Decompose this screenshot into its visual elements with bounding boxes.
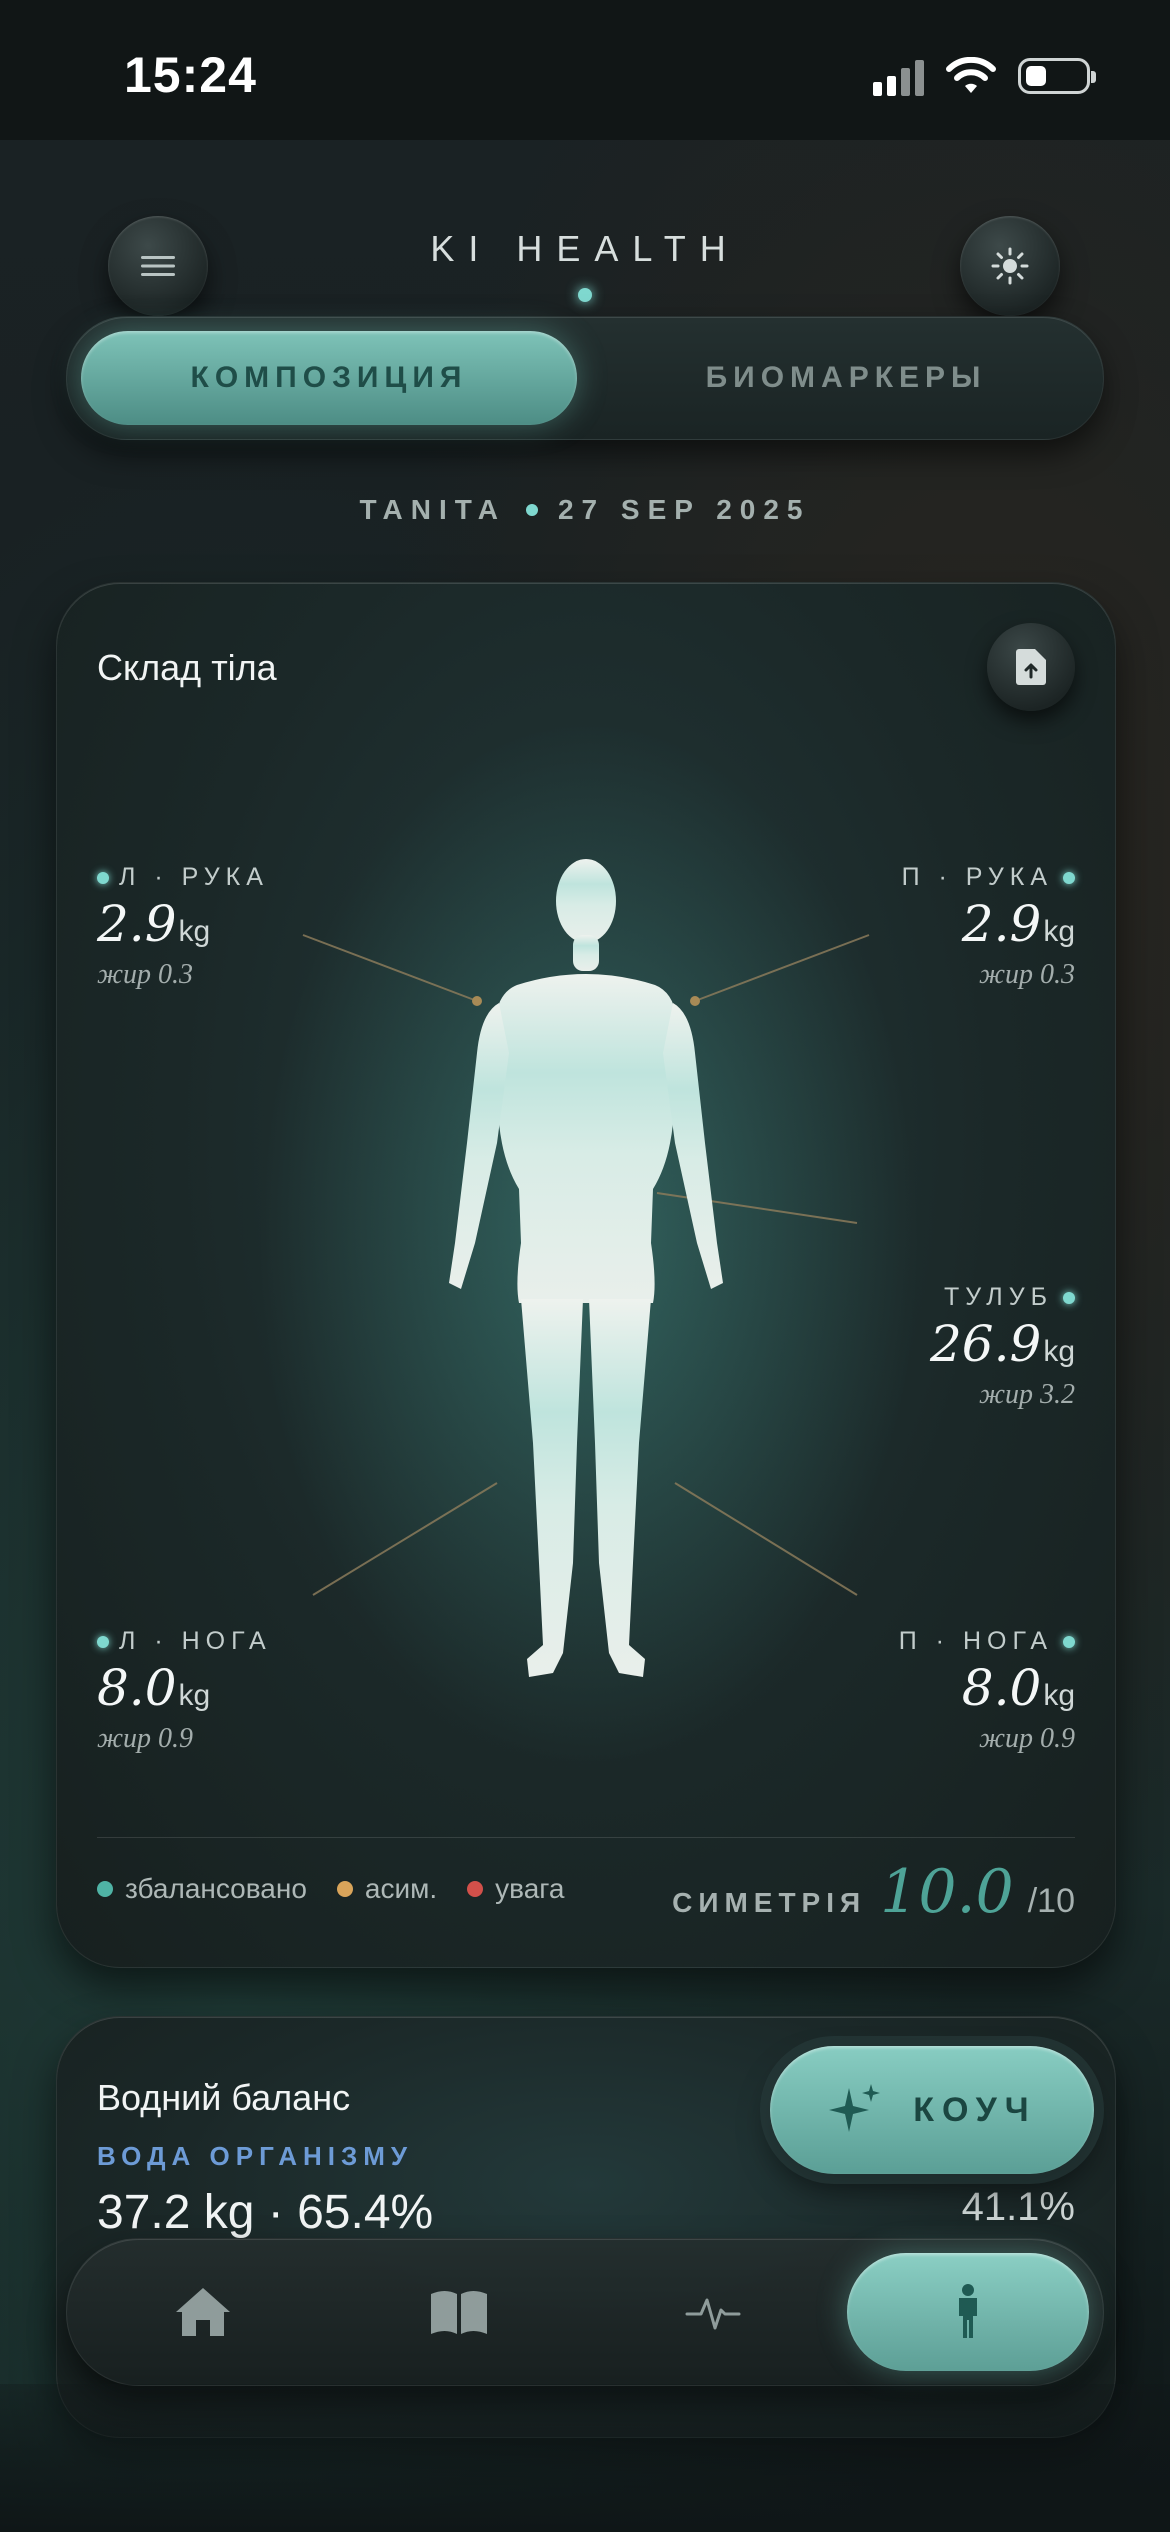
right-arm-anchor: [690, 996, 700, 1006]
left-arm-label: Л · РУКА: [97, 863, 269, 892]
sparkle-icon: [829, 2084, 881, 2132]
tab-health[interactable]: [653, 2253, 773, 2371]
bottom-fade: [0, 2384, 1170, 2532]
right-arm-value: 2.9kg: [961, 895, 1075, 953]
left-arm-anchor: [472, 996, 482, 1006]
wifi-icon: [946, 57, 996, 93]
body-composition-card: Склад тіла Л · РУКА 2.9kg жир 0.3 П · РУ…: [56, 582, 1116, 1968]
trunk-value: 26.9kg: [929, 1315, 1075, 1373]
status-time: 15:24: [124, 47, 257, 103]
right-arm-label: П · РУКА: [902, 863, 1075, 892]
left-leg-fat: жир 0.9: [97, 1723, 194, 1754]
body-figure-diagram: [259, 723, 919, 1763]
sun-icon: [991, 247, 1029, 285]
status-dot: [1063, 1635, 1075, 1648]
left-leg-value: 8.0kg: [97, 1659, 211, 1717]
legend-attention: увага: [467, 1873, 564, 1905]
right-leg-fat: жир 0.9: [978, 1723, 1075, 1754]
symmetry-value: 10.0: [880, 1857, 1014, 1927]
measurement-date: 27 SEP 2025: [557, 494, 811, 525]
legend-balanced: збалансовано: [97, 1873, 307, 1905]
status-dot: [1063, 871, 1075, 884]
right-leg-label: П · НОГА: [899, 1627, 1075, 1656]
status-bar: 15:24: [0, 0, 1170, 140]
tab-body[interactable]: [847, 2253, 1089, 2371]
card-title: Водний баланс: [97, 2077, 351, 2118]
left-leg-label: Л · НОГА: [97, 1627, 272, 1656]
legend-dot: [336, 1881, 353, 1897]
tab-home[interactable]: [143, 2253, 263, 2371]
right-arm-fat: жир 0.3: [978, 959, 1075, 990]
coach-button[interactable]: КОУЧ: [770, 2046, 1094, 2174]
symmetry-label: СИМЕТРІЯ: [672, 1887, 867, 1918]
bottom-tab-bar: [66, 2238, 1104, 2386]
person-icon: [959, 2284, 977, 2338]
left-arm-fat: жир 0.3: [97, 959, 194, 990]
meta-separator-dot: [525, 503, 538, 516]
battery-icon: [1018, 58, 1096, 94]
symmetry-denominator: /10: [1027, 1882, 1075, 1920]
symmetry-score: СИМЕТРІЯ 10.0 /10: [672, 1857, 1075, 1927]
status-dot: [97, 1635, 109, 1648]
measurement-meta: TANITA 27 SEP 2025: [0, 494, 1170, 526]
water-secondary-value: 41.1%: [961, 2185, 1075, 2229]
right-leg-value: 8.0kg: [961, 1659, 1075, 1717]
status-icons: [873, 56, 1096, 96]
trunk-label: ТУЛУБ: [944, 1283, 1075, 1312]
theme-toggle-button[interactable]: [960, 216, 1060, 316]
title-indicator-dot: [578, 288, 592, 302]
coach-label: КОУЧ: [913, 2090, 1037, 2129]
left-arm-value: 2.9kg: [97, 895, 211, 953]
tab-library[interactable]: [399, 2253, 519, 2371]
device-name: TANITA: [359, 494, 506, 525]
legend-asymmetric: асим.: [336, 1873, 437, 1905]
trunk-fat: жир 3.2: [978, 1379, 1075, 1410]
status-dot: [97, 871, 109, 884]
status-legend: збалансовано асим. увага: [97, 1873, 564, 1905]
view-segmented-control: КОМПОЗИЦИЯ БИОМАРКЕРЫ: [66, 316, 1104, 440]
legend-dot: [97, 1881, 113, 1897]
pulse-icon: [685, 2298, 741, 2330]
legend-dot: [467, 1881, 484, 1897]
water-value: 37.2 kg · 65.4%: [97, 2186, 434, 2239]
tab-composition[interactable]: КОМПОЗИЦИЯ: [81, 331, 577, 425]
cellular-signal-icon: [873, 56, 924, 96]
tab-biomarkers[interactable]: БИОМАРКЕРЫ: [603, 331, 1089, 425]
status-dot: [1063, 1291, 1075, 1304]
book-icon: [431, 2291, 487, 2334]
home-icon: [176, 2288, 230, 2336]
card-divider: [97, 1837, 1075, 1838]
water-label: ВОДА ОРГАНІЗМУ: [97, 2141, 414, 2171]
